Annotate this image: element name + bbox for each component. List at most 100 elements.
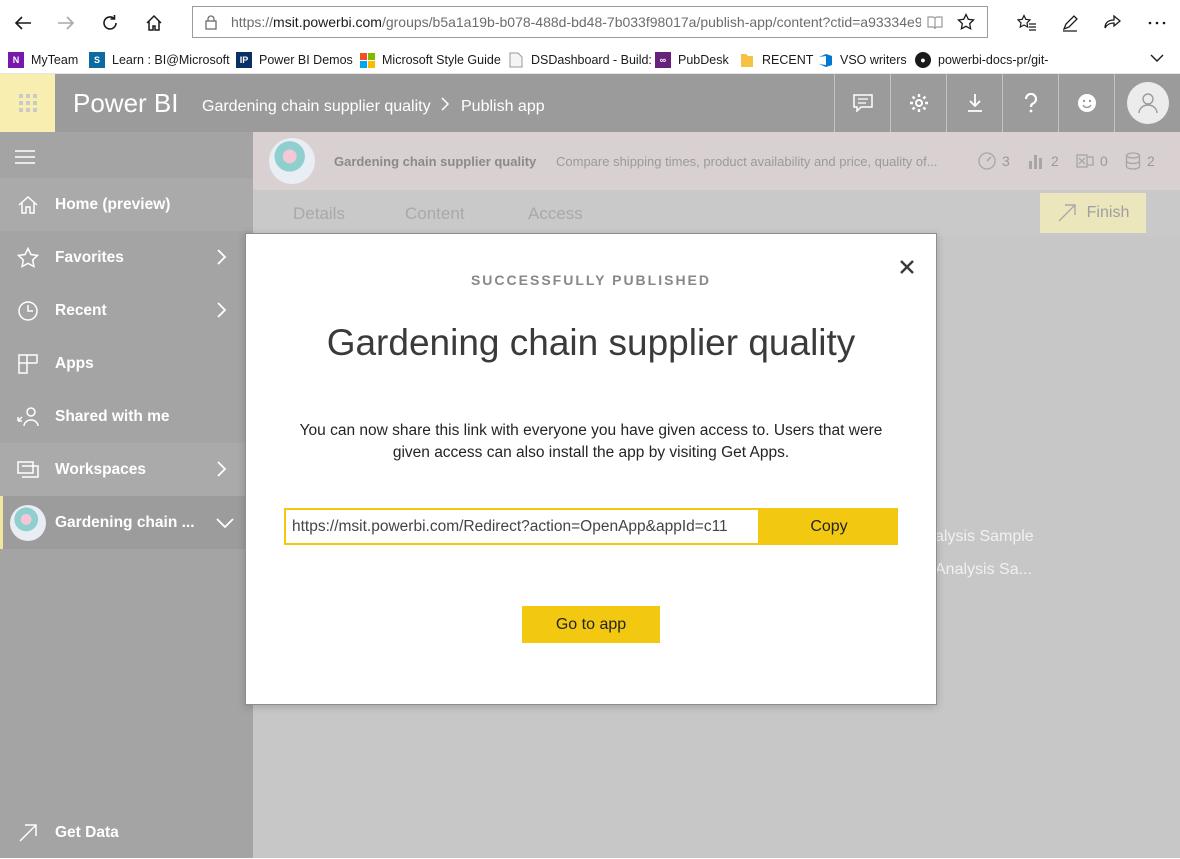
- apps-icon: [18, 354, 38, 374]
- chevron-down-icon[interactable]: [215, 517, 235, 529]
- nav-label: Favorites: [55, 248, 124, 266]
- nav-label: Home (preview): [55, 195, 171, 213]
- left-navigation: Home (preview) Favorites Recent Apps Sha…: [0, 132, 253, 858]
- favorites-hub-icon[interactable]: [1012, 8, 1042, 38]
- nav-item-recent[interactable]: Recent: [0, 284, 253, 337]
- tab-details[interactable]: Details: [293, 204, 345, 224]
- nav-item-get-data[interactable]: Get Data: [0, 806, 253, 859]
- app-link-input[interactable]: [286, 510, 758, 543]
- finish-label: Finish: [1086, 204, 1130, 221]
- stat-value: 2: [1051, 153, 1059, 169]
- lock-icon: [205, 15, 217, 30]
- visual-studio-icon: ∞: [655, 52, 671, 68]
- favorite-label: powerbi-docs-pr/git-: [938, 53, 1049, 67]
- feedback-button[interactable]: [834, 74, 890, 132]
- back-icon[interactable]: [8, 8, 38, 38]
- hamburger-menu-button[interactable]: [14, 150, 36, 164]
- address-bar[interactable]: https://msit.powerbi.com/groups/b5a1a19b…: [192, 6, 988, 38]
- reports-count: 2: [1027, 152, 1059, 170]
- favorite-link[interactable]: ● powerbi-docs-pr/git-: [915, 51, 1048, 69]
- favorite-link[interactable]: VSO writers: [817, 51, 907, 69]
- nav-label: Gardening chain ...: [55, 513, 195, 531]
- chevron-right-icon[interactable]: [216, 301, 228, 319]
- forward-icon[interactable]: [51, 8, 81, 38]
- pen-icon[interactable]: [1055, 8, 1085, 38]
- favorite-label: Microsoft Style Guide: [382, 53, 501, 67]
- favorite-link[interactable]: N MyTeam: [8, 51, 78, 69]
- dashboards-count: 3: [978, 152, 1010, 170]
- stat-value: 3: [1002, 153, 1010, 169]
- page-icon: [508, 52, 524, 68]
- reading-view-icon[interactable]: [927, 15, 943, 30]
- bar-chart-icon: [1029, 155, 1042, 169]
- publish-success-dialog: SUCCESSFULLY PUBLISHED Gardening chain s…: [245, 233, 937, 705]
- app-launcher-button[interactable]: [0, 74, 55, 132]
- chevron-down-icon[interactable]: [1150, 54, 1164, 63]
- stat-value: 0: [1100, 153, 1108, 169]
- tab-content[interactable]: Content: [405, 204, 465, 224]
- gear-icon: [909, 94, 928, 112]
- favorite-link[interactable]: Microsoft Style Guide: [359, 51, 501, 69]
- more-icon[interactable]: [1142, 8, 1172, 38]
- share-icon[interactable]: [1098, 8, 1128, 38]
- stat-value: 2: [1147, 153, 1155, 169]
- favorites-bar: N MyTeam S Learn : BI@Microsoft IP Power BI…: [0, 46, 1180, 74]
- background-list-item: alysis Sample: [935, 528, 1034, 545]
- publish-tabs: Details Content Access Finish: [253, 190, 1180, 236]
- nav-label: Workspaces: [55, 460, 147, 478]
- favorite-label: MyTeam: [31, 53, 79, 67]
- finish-button[interactable]: Finish: [1040, 193, 1146, 233]
- microsoft-logo-icon: [359, 52, 375, 68]
- url-host: msit.powerbi.com: [273, 14, 382, 30]
- nav-label: Shared with me: [55, 407, 170, 425]
- go-to-app-button[interactable]: Go to app: [522, 606, 660, 643]
- person-icon: [1137, 93, 1158, 114]
- url-scheme: https://: [231, 14, 274, 30]
- browser-toolbar: https://msit.powerbi.com/groups/b5a1a19b…: [0, 0, 1180, 46]
- home-icon: [18, 195, 38, 214]
- download-button[interactable]: [946, 74, 1002, 132]
- nav-item-home[interactable]: Home (preview): [0, 178, 253, 231]
- favorite-star-icon[interactable]: [957, 13, 975, 31]
- favorite-link[interactable]: IP Power BI Demos: [236, 51, 353, 69]
- nav-item-workspaces[interactable]: Workspaces: [0, 443, 253, 496]
- ip-icon: IP: [236, 52, 252, 68]
- favorite-link[interactable]: DSDashboard - Build:: [508, 51, 652, 69]
- favorite-link[interactable]: S Learn : BI@Microsoft: [89, 51, 230, 69]
- breadcrumb-chevron-icon: [440, 96, 450, 112]
- settings-button[interactable]: [890, 74, 946, 132]
- tab-access[interactable]: Access: [528, 204, 583, 224]
- help-button[interactable]: [1002, 74, 1058, 132]
- nav-label: Recent: [55, 301, 107, 319]
- dialog-message: You can now share this link with everyon…: [299, 422, 883, 461]
- breadcrumb-workspace[interactable]: Gardening chain supplier quality: [202, 98, 431, 116]
- copy-button[interactable]: Copy: [760, 508, 898, 545]
- nav-item-apps[interactable]: Apps: [0, 337, 253, 390]
- favorite-link[interactable]: ∞ PubDesk: [655, 51, 729, 69]
- nav-item-favorites[interactable]: Favorites: [0, 231, 253, 284]
- dialog-kicker: SUCCESSFULLY PUBLISHED: [470, 272, 712, 288]
- favorite-link[interactable]: RECENT: [739, 51, 813, 69]
- nav-item-current-workspace[interactable]: Gardening chain ...: [0, 496, 253, 549]
- url-text: https://msit.powerbi.com/groups/b5a1a19b…: [231, 14, 921, 30]
- chevron-right-icon[interactable]: [216, 248, 228, 266]
- app-link-field[interactable]: [284, 508, 760, 545]
- favorite-label: RECENT: [762, 53, 814, 67]
- smiley-icon: [1077, 94, 1096, 112]
- clock-icon: [18, 301, 38, 321]
- nav-item-shared-with-me[interactable]: Shared with me: [0, 390, 253, 443]
- product-name[interactable]: Power BI: [73, 88, 179, 119]
- home-icon[interactable]: [139, 8, 169, 38]
- onenote-icon: N: [8, 52, 24, 68]
- github-icon: ●: [915, 52, 931, 68]
- smiley-feedback-button[interactable]: [1058, 74, 1114, 132]
- favorite-label: Learn : BI@Microsoft: [112, 53, 230, 67]
- gauge-icon: [978, 152, 996, 170]
- download-icon: [967, 94, 982, 112]
- chat-icon: [852, 94, 873, 112]
- account-button[interactable]: [1114, 74, 1180, 132]
- chevron-right-icon[interactable]: [216, 460, 228, 478]
- refresh-icon[interactable]: [95, 8, 125, 38]
- datasets-count: 2: [1125, 152, 1155, 170]
- dialog-title: Gardening chain supplier quality: [326, 322, 856, 363]
